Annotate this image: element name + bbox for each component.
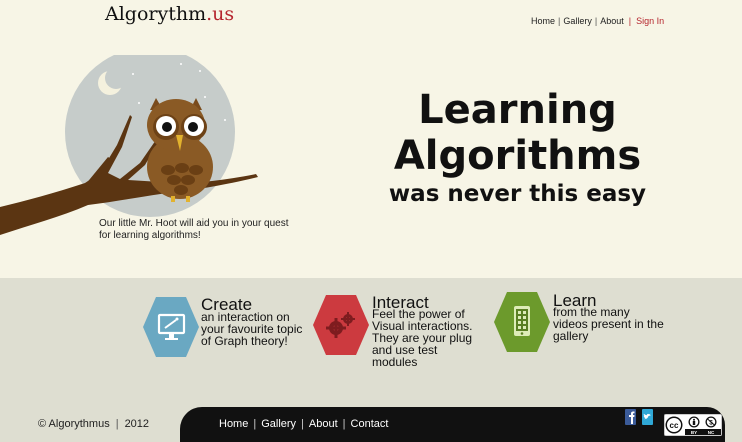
cc-icon: cc [665,416,683,434]
license-by-label: BY [691,430,697,435]
nav-separator: | [558,16,561,26]
hero-line-1: Learning [418,87,617,133]
footer-home-link[interactable]: Home [219,418,248,430]
nav-about-link[interactable]: About [600,16,624,26]
footer-nav: Home | Gallery | About | Contact [219,418,388,430]
hero-tagline: Our little Mr. Hoot will aid you in your… [99,218,289,241]
copyright-text: © Algorythmus [38,418,110,430]
create-description: an interaction on your favourite topic o… [201,310,303,348]
site-logo[interactable]: Algorythm.us [105,3,234,25]
footer-gallery-link[interactable]: Gallery [261,418,296,430]
footer-separator: | [253,418,257,430]
nav-separator: | [628,16,632,26]
interact-description: Feel the power of Visual interactions. T… [372,307,473,369]
license-nc-label: NC [708,430,715,435]
footer-about-link[interactable]: About [309,418,338,430]
footer-separator: | [301,418,304,430]
copyright: © Algorythmus | 2012 [38,418,149,430]
nav-separator: | [594,16,598,26]
attribution-icon [688,416,700,428]
svg-text:cc: cc [670,421,679,430]
interact-feature-badge[interactable] [312,293,370,357]
facebook-icon[interactable] [625,409,636,425]
hero-subheadline: was never this easy [388,181,647,207]
hero-headline: Learning Algorithms [350,87,685,179]
learn-description: from the many videos present in the gall… [553,305,664,343]
footer-separator: | [115,418,119,430]
noncommercial-icon: $ [705,416,717,428]
mobile-video-icon [514,306,530,336]
footer-separator: | [342,418,346,430]
copyright-year: 2012 [124,418,150,430]
top-nav: Home | Gallery | About | Sign In [531,16,664,26]
nav-home-link[interactable]: Home [531,16,555,26]
sign-in-link[interactable]: Sign In [636,16,664,26]
create-feature-badge[interactable] [142,295,200,359]
learn-feature-badge[interactable] [493,290,551,354]
nav-gallery-link[interactable]: Gallery [563,16,592,26]
hero-line-2: Algorithms [393,133,642,179]
creative-commons-license-badge[interactable]: cc $ BY NC [664,414,722,436]
footer-contact-link[interactable]: Contact [351,418,389,430]
twitter-icon[interactable] [642,409,653,425]
